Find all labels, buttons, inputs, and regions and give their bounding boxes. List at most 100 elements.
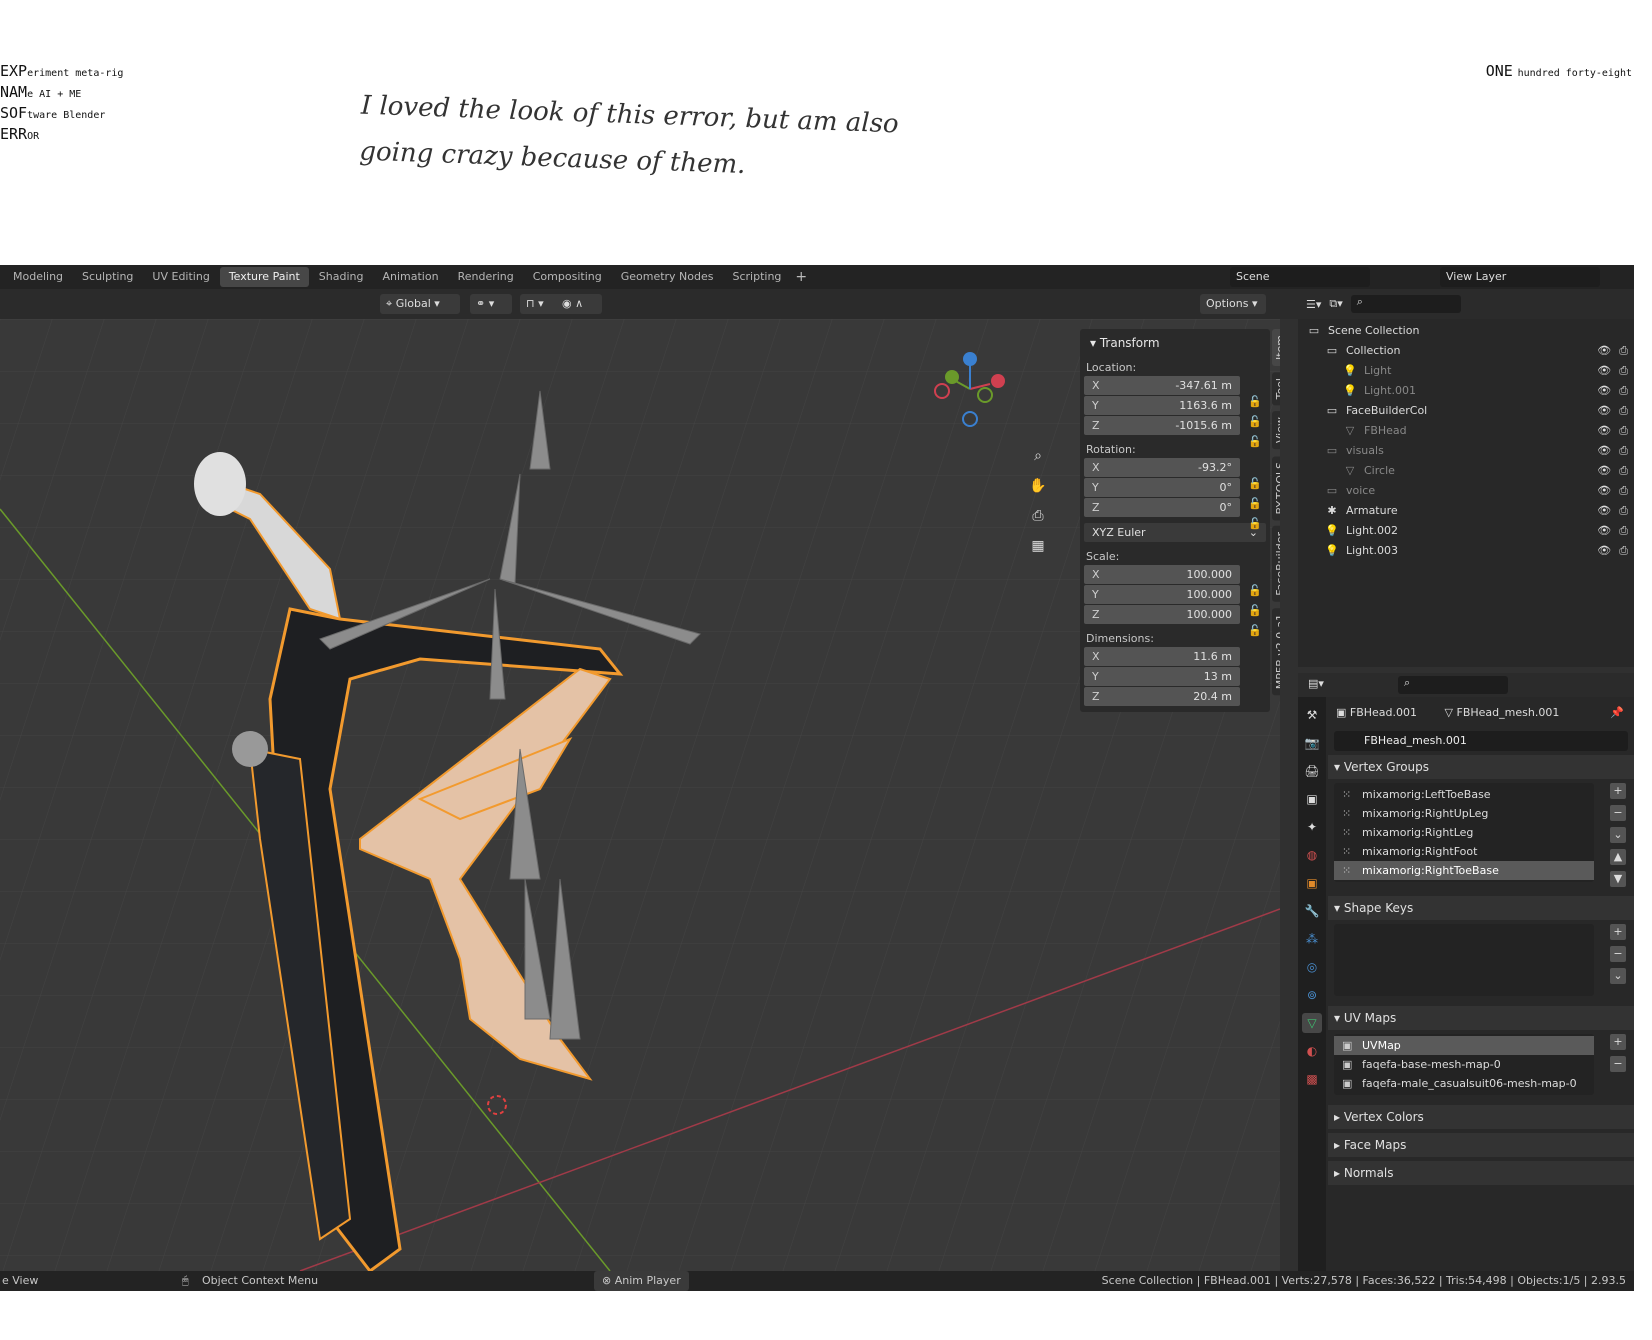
remove-shape-key-button[interactable]: − [1610,946,1626,962]
pin-icon[interactable]: 📌 [1610,697,1624,729]
proportional-edit-toggle[interactable]: ◉ ∧ [556,294,602,314]
dimensions-z-field[interactable]: Z 20.4 m [1084,687,1240,706]
face-maps-header[interactable]: ▸ Face Maps [1328,1133,1634,1157]
view-layer-icon[interactable]: ▣ [1302,789,1322,809]
outliner-item[interactable]: ▽ FBHead 👁 ⎙ [1298,421,1634,441]
outliner-search-input[interactable]: ⌕ [1350,295,1461,313]
add-vertex-group-button[interactable]: + [1610,783,1626,799]
sidebar-tab-tool[interactable]: Tool [1272,372,1280,406]
location-y-field[interactable]: Y 1163.6 m [1084,396,1240,415]
tab-geometry-nodes[interactable]: Geometry Nodes [612,267,723,287]
uv-map-item[interactable]: ▣ faqefa-male_casualsuit06-mesh-map-0 [1334,1074,1594,1093]
camera-icon[interactable]: ⎙ [1619,421,1628,441]
outliner-item[interactable]: 💡 Light.001 👁 ⎙ [1298,381,1634,401]
move-down-button[interactable]: ▼ [1610,871,1626,887]
uv-map-item[interactable]: ▣ UVMap [1334,1036,1594,1055]
rotation-mode-dropdown[interactable]: XYZ Euler ⌄ [1084,523,1266,542]
tab-rendering[interactable]: Rendering [449,267,523,287]
tool-icon[interactable]: ⚒ [1302,705,1322,725]
lock-icon[interactable]: 🔓 [1248,604,1262,617]
outliner-item[interactable]: ▭ visuals 👁 ⎙ [1298,441,1634,461]
perspective-grid-icon[interactable]: ▦ [1028,531,1048,561]
tab-scripting[interactable]: Scripting [724,267,791,287]
view-layer-selector[interactable]: View Layer [1440,267,1600,287]
vertex-groups-header[interactable]: ▾ Vertex Groups [1328,755,1634,779]
modifier-icon[interactable]: 🔧 [1302,901,1322,921]
lock-icon[interactable]: 🔓 [1248,517,1262,530]
scene-selector[interactable]: Scene [1230,267,1370,287]
scale-z-field[interactable]: Z 100.000 [1084,605,1240,624]
lock-icon[interactable]: 🔓 [1248,584,1262,597]
uv-map-item[interactable]: ▣ faqefa-base-mesh-map-0 [1334,1055,1594,1074]
rotation-x-field[interactable]: X -93.2° [1084,458,1240,477]
eye-icon[interactable]: 👁 [1597,541,1611,561]
lock-icon[interactable]: 🔓 [1248,415,1262,428]
uv-maps-header[interactable]: ▾ UV Maps [1328,1006,1634,1030]
eye-icon[interactable]: 👁 [1597,381,1611,401]
pivot-dropdown[interactable]: ⚭ ▾ [470,294,512,314]
sidebar-tab-by-tools[interactable]: BY-TOOLS [1272,455,1280,520]
dimensions-y-field[interactable]: Y 13 m [1084,667,1240,686]
render-icon[interactable]: 📷 [1302,733,1322,753]
shape-key-menu-button[interactable]: ⌄ [1610,968,1626,984]
world-icon[interactable]: ◍ [1302,845,1322,865]
remove-uv-map-button[interactable]: − [1610,1056,1626,1072]
object-icon[interactable]: ▣ [1302,873,1322,893]
sidebar-tab-mpfb-v2-0-a1[interactable]: MPFB v2.0-a1 [1272,607,1280,695]
vertex-group-item[interactable]: ⁙ mixamorig:LeftToeBase [1334,785,1594,804]
camera-icon[interactable]: ⎙ [1619,361,1628,381]
mesh-datablock-field[interactable]: FBHead_mesh.001 [1334,731,1628,751]
eye-icon[interactable]: 👁 [1597,341,1611,361]
outliner-item[interactable]: ▭ Collection 👁 ⎙ [1298,341,1634,361]
eye-icon[interactable]: 👁 [1597,461,1611,481]
vertex-group-menu-button[interactable]: ⌄ [1610,827,1626,843]
scale-y-field[interactable]: Y 100.000 [1084,585,1240,604]
camera-icon[interactable]: ⎙ [1619,541,1628,561]
scale-x-field[interactable]: X 100.000 [1084,565,1240,584]
normals-header[interactable]: ▸ Normals [1328,1161,1634,1185]
camera-icon[interactable]: ⎙ [1619,381,1628,401]
scene-icon[interactable]: ✦ [1302,817,1322,837]
shape-keys-header[interactable]: ▾ Shape Keys [1328,896,1634,920]
texture-icon[interactable]: ▩ [1302,1069,1322,1089]
eye-icon[interactable]: 👁 [1597,421,1611,441]
vertex-group-item[interactable]: ⁙ mixamorig:RightToeBase [1334,861,1594,880]
pan-hand-icon[interactable]: ✋ [1028,471,1048,501]
camera-icon[interactable]: ⎙ [1619,521,1628,541]
gray-blob-mesh[interactable] [232,731,268,767]
tab-compositing[interactable]: Compositing [524,267,611,287]
outliner-item[interactable]: ▭ voice 👁 ⎙ [1298,481,1634,501]
eye-icon[interactable]: 👁 [1597,401,1611,421]
camera-icon[interactable]: ⎙ [1619,501,1628,521]
sidebar-tab-facebuilder[interactable]: FaceBuilder [1272,526,1280,602]
tab-animation[interactable]: Animation [373,267,447,287]
camera-icon[interactable]: ⎙ [1619,481,1628,501]
camera-icon[interactable]: ⎙ [1619,461,1628,481]
eye-icon[interactable]: 👁 [1597,441,1611,461]
properties-search-input[interactable]: ⌕ [1398,676,1508,694]
remove-vertex-group-button[interactable]: − [1610,805,1626,821]
vertex-group-item[interactable]: ⁙ mixamorig:RightLeg [1334,823,1594,842]
outliner-item[interactable]: ✱ Armature 👁 ⎙ [1298,501,1634,521]
particles-icon[interactable]: ⁂ [1302,929,1322,949]
camera-icon[interactable]: ⎙ [1619,341,1628,361]
eye-icon[interactable]: 👁 [1597,521,1611,541]
lock-icon[interactable]: 🔓 [1248,477,1262,490]
camera-icon[interactable]: ⎙ [1619,401,1628,421]
tab-uv-editing[interactable]: UV Editing [143,267,218,287]
move-up-button[interactable]: ▲ [1610,849,1626,865]
eye-icon[interactable]: 👁 [1597,361,1611,381]
camera-icon[interactable]: ⎙ [1028,501,1048,531]
outliner-item[interactable]: 💡 Light.002 👁 ⎙ [1298,521,1634,541]
filter-icon[interactable]: ⧉▾ [1329,297,1342,311]
sidebar-tab-item[interactable]: Item [1272,329,1280,367]
lock-icon[interactable]: 🔓 [1248,624,1262,637]
sidebar-tab-view[interactable]: View [1272,411,1280,450]
vertex-colors-header[interactable]: ▸ Vertex Colors [1328,1105,1634,1129]
outliner-item[interactable]: ▭ Scene Collection [1298,321,1634,341]
face-mesh[interactable] [194,452,246,516]
camera-icon[interactable]: ⎙ [1619,441,1628,461]
lock-icon[interactable]: 🔓 [1248,395,1262,408]
transform-header[interactable]: ▾ Transform [1084,333,1266,353]
lock-icon[interactable]: 🔓 [1248,497,1262,510]
